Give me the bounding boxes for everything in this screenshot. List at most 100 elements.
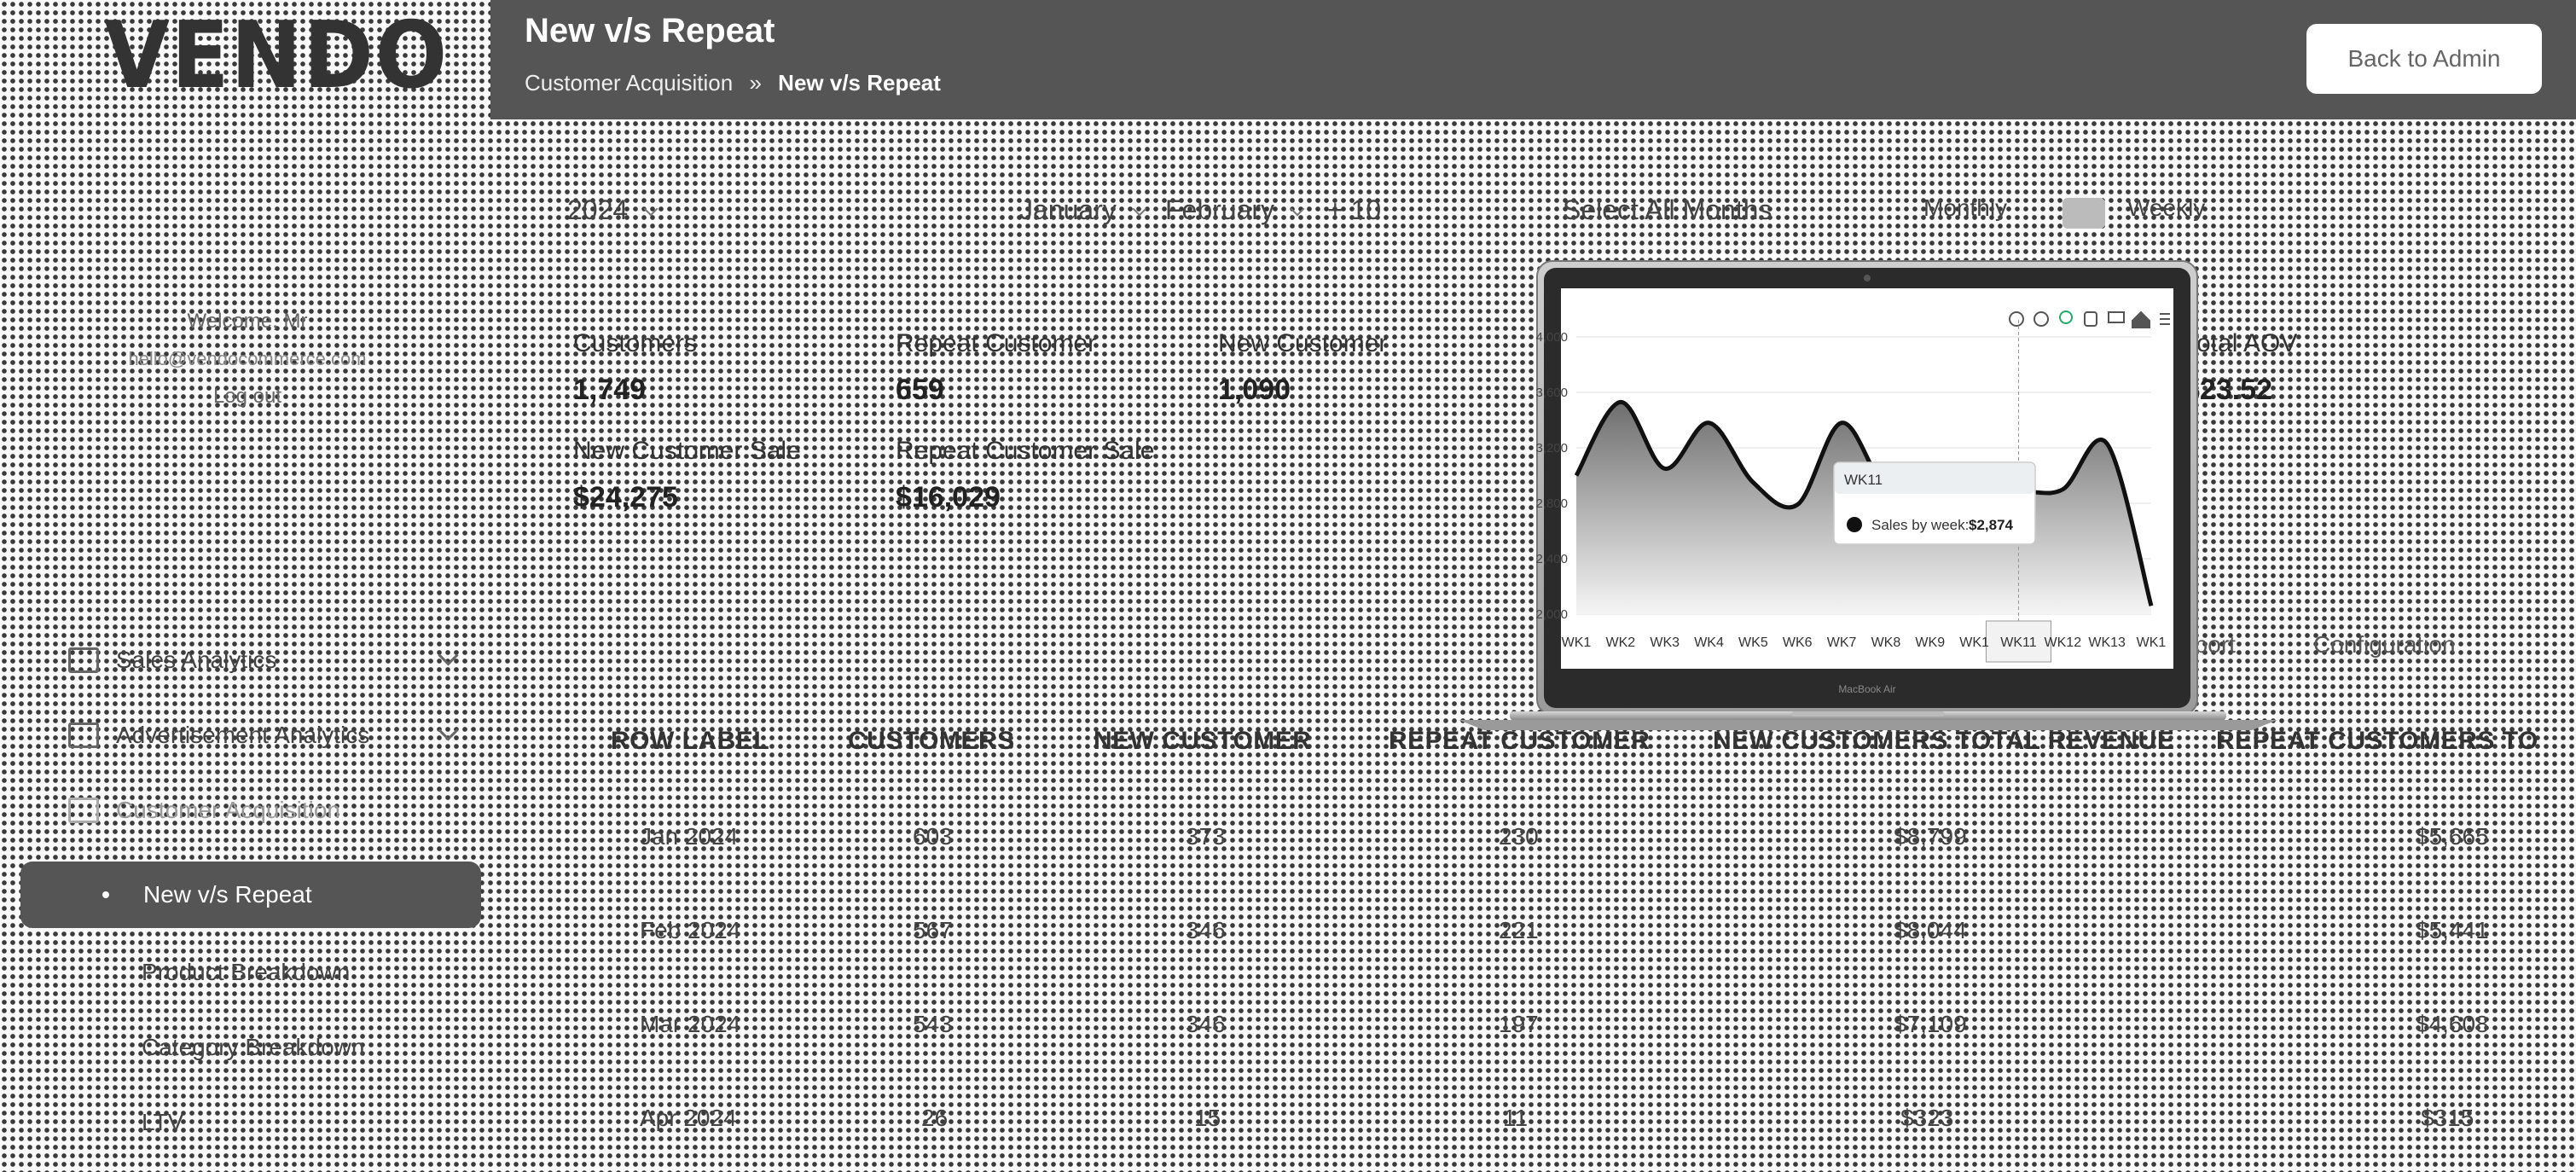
sidebar-item-ltv[interactable]: LTV xyxy=(20,1085,481,1160)
kpi-repeat-customer: Repeat Customer 659 xyxy=(896,329,1096,407)
logout-link[interactable]: Log out xyxy=(85,378,409,415)
table-cell: 197 xyxy=(1499,1011,1539,1037)
table-cell: 221 xyxy=(1499,917,1539,943)
table-cell: 543 xyxy=(913,1011,953,1037)
x-tick-label: WK1 xyxy=(1959,635,1989,650)
sidebar-item-category-breakdown[interactable]: Category Breakdown xyxy=(20,1010,481,1085)
table-cell: 603 xyxy=(913,823,953,850)
series-marker-icon xyxy=(1847,517,1862,532)
sidebar-item-product-breakdown[interactable]: Product Breakdown xyxy=(20,935,481,1010)
user-block: Welcome, Mr hello@vendocommerce.com Log … xyxy=(85,303,409,415)
y-tick-label: 4,000 xyxy=(1535,330,1568,345)
x-tick-label: WK9 xyxy=(1915,635,1945,650)
back-to-admin-button[interactable]: Back to Admin xyxy=(2306,24,2542,94)
x-tick-label: WK12 xyxy=(2045,635,2082,650)
chevron-down-icon xyxy=(1290,201,1305,217)
breadcrumb-current: New v/s Repeat xyxy=(778,70,941,96)
x-tick-label: WK3 xyxy=(1650,635,1680,650)
month-chip-february[interactable]: February xyxy=(1165,194,1305,226)
x-tick-label: WK2 xyxy=(1606,635,1636,650)
kpi-new-customer: New Customer 1,090 xyxy=(1218,329,1387,407)
breadcrumb-parent[interactable]: Customer Acquisition xyxy=(525,70,733,96)
kpi-label: New Customer xyxy=(1218,329,1388,357)
tooltip-value: $2,874 xyxy=(1969,517,2014,533)
x-tick-label: WK1 xyxy=(2137,635,2167,650)
x-tick-label: WK8 xyxy=(1871,635,1901,650)
logo: VENDO xyxy=(104,3,450,109)
table-cell: $8,799 xyxy=(1894,823,1967,850)
table-cell: 346 xyxy=(1186,917,1226,943)
sidebar-item-customer-acquisition[interactable]: Customer Acquisition xyxy=(20,773,481,848)
table-cell: 15 xyxy=(1194,1105,1221,1131)
y-tick-label: 3,200 xyxy=(1535,441,1568,455)
month-chip-label: January xyxy=(1019,194,1117,225)
x-tick-label: WK1 xyxy=(1562,635,1592,650)
bullet-icon xyxy=(102,891,109,898)
more-months-chip[interactable]: + 10 xyxy=(1327,194,1381,226)
users-icon xyxy=(68,798,99,823)
configuration-button[interactable]: Configuration xyxy=(2313,631,2456,659)
kpi-value: $16,029 xyxy=(896,481,1001,513)
sidebar-item-label: Customer Acquisition xyxy=(116,797,341,823)
table-cell: 11 xyxy=(1503,1105,1529,1131)
monthly-weekly-toggle[interactable] xyxy=(2063,198,2105,229)
breadcrumb: Customer Acquisition » New v/s Repeat xyxy=(525,70,941,96)
x-tick-label: WK11 xyxy=(2000,635,2036,650)
table-cell: $315 xyxy=(2421,1105,2474,1131)
table-cell: Apr 2024 xyxy=(640,1105,737,1131)
kpi-value: 1,090 xyxy=(1218,374,1291,406)
sidebar-item-label: New v/s Repeat xyxy=(143,881,312,908)
kpi-customers: Customers 1,749 xyxy=(573,329,697,407)
monthly-label: Monthly xyxy=(1923,194,2008,221)
breadcrumb-separator: » xyxy=(749,70,762,96)
chart-tooltip: WK11 Sales by week: $2,874 xyxy=(1833,461,2036,545)
table-cell: 346 xyxy=(1186,1011,1226,1037)
select-all-months-button[interactable]: Select All Months xyxy=(1563,194,1772,226)
table-cell: Mar 2024 xyxy=(640,1011,741,1037)
laptop-brand: MacBook Air xyxy=(1838,683,1895,695)
clipboard-icon xyxy=(68,722,99,748)
sidebar-item-advertisement-analytics[interactable]: Advertisement Analytics xyxy=(20,698,481,773)
kpi-value: 1,749 xyxy=(573,374,647,406)
kpi-value: 659 xyxy=(896,374,944,406)
sidebar-item-label: Sales Analytics xyxy=(116,647,277,673)
year-select[interactable]: 2024 xyxy=(567,194,659,226)
table-cell: 26 xyxy=(921,1105,949,1131)
sidebar-item-new-vs-repeat[interactable]: New v/s Repeat xyxy=(20,862,481,928)
chevron-down-icon xyxy=(438,645,459,666)
kpi-new-customer-sale: New Customer Sale $24,275 xyxy=(573,437,801,514)
table-cell: $5,441 xyxy=(2416,917,2489,943)
x-tick-label: WK4 xyxy=(1694,635,1724,650)
column-header[interactable]: CUSTOMERS xyxy=(848,727,1015,756)
sidebar-item-sales-analytics[interactable]: Sales Analytics xyxy=(20,623,481,698)
user-email: hello@vendocommerce.com xyxy=(128,348,367,369)
column-header[interactable]: ROW LABEL xyxy=(611,727,769,756)
sidebar-item-label: Advertisement Analytics xyxy=(116,722,370,748)
table-cell: $7,109 xyxy=(1894,1011,1967,1037)
page-title: New v/s Repeat xyxy=(525,12,775,49)
y-tick-label: 2,400 xyxy=(1535,552,1568,566)
table-cell: 230 xyxy=(1499,823,1539,850)
kpi-label: Repeat Customer xyxy=(896,329,1097,357)
sidebar: VENDO Welcome, Mr hello@vendocommerce.co… xyxy=(0,0,490,1172)
sidebar-nav: Sales Analytics Advertisement Analytics … xyxy=(20,623,481,1160)
table-cell: 567 xyxy=(913,917,953,943)
kpi-value: $24,275 xyxy=(573,481,678,513)
month-chip-label: February xyxy=(1165,194,1275,225)
chart-icon xyxy=(68,647,99,673)
table-cell: $4,608 xyxy=(2416,1011,2489,1037)
y-tick-label: 3,600 xyxy=(1535,386,1568,400)
chevron-down-icon xyxy=(1132,201,1147,217)
kpi-label: Customers xyxy=(573,329,698,357)
tooltip-title: WK11 xyxy=(1844,472,1883,488)
kpi-label: New Customer Sale xyxy=(573,437,801,465)
table-cell: $8,044 xyxy=(1894,917,1967,943)
y-tick-label: 2,000 xyxy=(1535,607,1568,622)
laptop-mockup: 4,000 3,600 3,200 2,800 2,400 2,000 WK1 WK2 WK3 W… xyxy=(1459,260,2277,730)
year-value: 2024 xyxy=(567,194,629,225)
month-chip-january[interactable]: January xyxy=(1019,194,1147,226)
page-header: New v/s Repeat Customer Acquisition » Ne… xyxy=(490,0,2576,119)
weekly-label: Weekly xyxy=(2127,194,2206,221)
column-header[interactable]: NEW CUSTOMER xyxy=(1094,727,1311,756)
table-cell: 373 xyxy=(1186,823,1226,850)
